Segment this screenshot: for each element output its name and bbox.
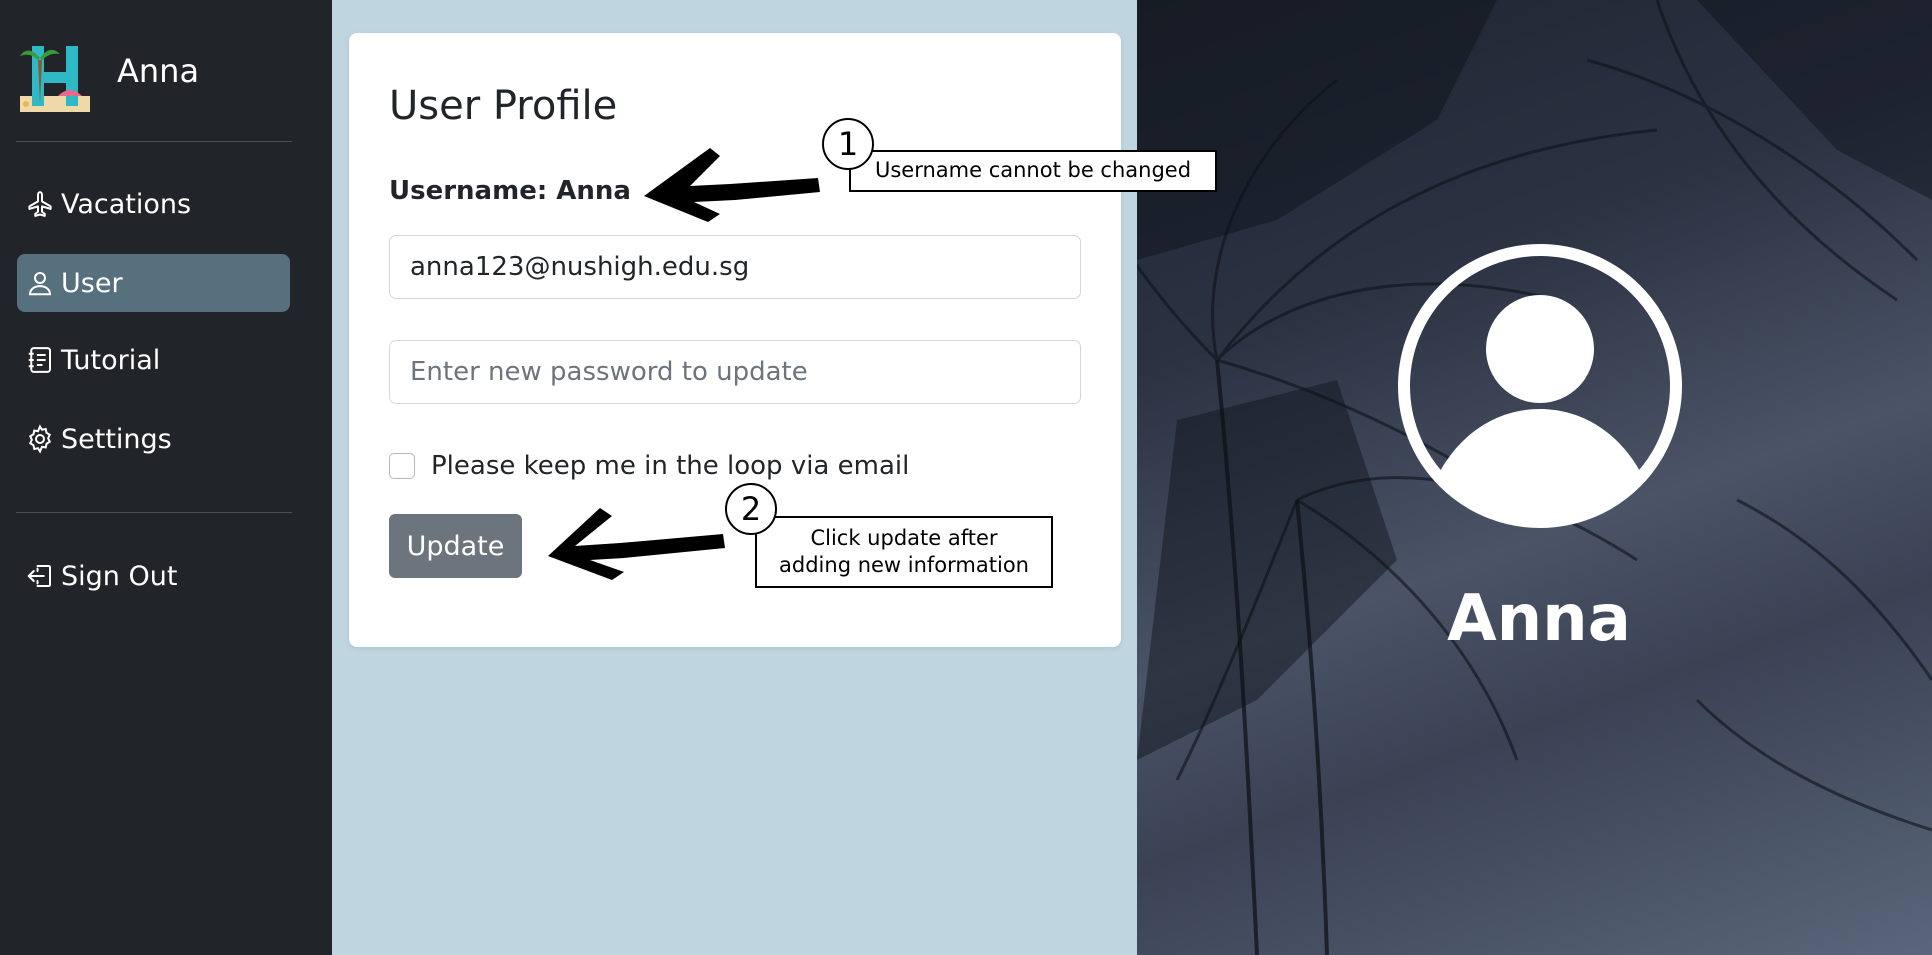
airplane-icon	[28, 191, 52, 217]
profile-name: Anna	[1447, 582, 1631, 656]
sidebar-divider	[16, 141, 292, 142]
password-field[interactable]	[389, 340, 1081, 404]
callout-2-line1: Click update after	[810, 525, 998, 550]
callout-1-box: Username cannot be changed	[849, 150, 1217, 192]
sidebar-item-label: Tutorial	[61, 344, 161, 376]
sign-out-button[interactable]: Sign Out	[17, 547, 290, 605]
sidebar-item-label: Settings	[61, 423, 172, 455]
sign-out-label: Sign Out	[61, 560, 178, 592]
background-photo: Anna	[1137, 0, 1932, 955]
newsletter-checkbox[interactable]	[389, 453, 415, 479]
sidebar-divider	[16, 512, 292, 513]
box-arrow-left-icon	[27, 565, 51, 587]
person-circle-icon	[1398, 244, 1682, 528]
callout-number-text: 2	[740, 490, 762, 528]
sidebar-item-vacations[interactable]: Vacations	[17, 175, 290, 233]
email-field[interactable]	[389, 235, 1081, 299]
journal-icon	[28, 347, 51, 373]
callout-1-number: 1	[822, 118, 874, 170]
page-title: User Profile	[389, 83, 618, 129]
newsletter-row: Please keep me in the loop via email	[389, 451, 909, 481]
sidebar-item-tutorial[interactable]: Tutorial	[17, 331, 290, 389]
callout-2-line2: adding new information	[779, 553, 1029, 577]
sidebar-item-settings[interactable]: Settings	[17, 410, 290, 468]
callout-2-number: 2	[725, 483, 777, 535]
callout-2-box: Click update after adding new informatio…	[755, 516, 1053, 588]
logo-icon	[20, 46, 90, 112]
callout-number-text: 1	[837, 125, 859, 163]
update-button[interactable]: Update	[389, 514, 522, 578]
brand-name: Anna	[117, 52, 200, 90]
username-label: Username: Anna	[389, 176, 631, 206]
sidebar-item-user[interactable]: User	[17, 254, 290, 312]
gear-icon	[28, 424, 52, 454]
sidebar-item-label: Vacations	[61, 188, 192, 220]
app-logo[interactable]	[18, 38, 92, 114]
sidebar: Anna Vacations User Tutorial Settings Si…	[0, 0, 332, 955]
callout-1-text: Username cannot be changed	[874, 158, 1192, 183]
person-icon	[28, 272, 52, 296]
sidebar-item-label: User	[61, 267, 123, 299]
newsletter-label[interactable]: Please keep me in the loop via email	[431, 451, 909, 481]
